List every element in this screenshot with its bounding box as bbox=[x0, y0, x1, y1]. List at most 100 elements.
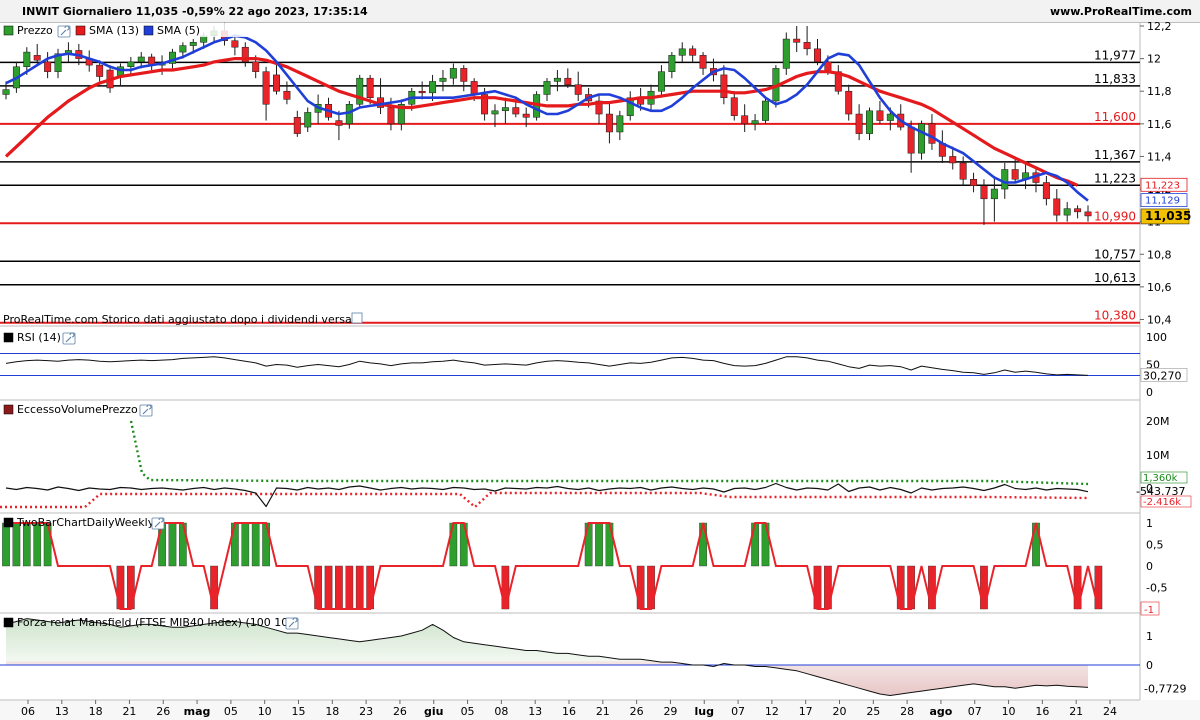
candle-body bbox=[616, 115, 624, 133]
twobar-title-label: TwoBarChartDailyWeekly bbox=[16, 516, 155, 529]
chart-header: INWIT Giornaliero 11,035 -0,59% 22 ago 2… bbox=[0, 0, 1200, 23]
candle-body bbox=[127, 61, 135, 68]
candle-body bbox=[866, 110, 873, 134]
candle-body bbox=[793, 38, 801, 43]
candle-body bbox=[491, 110, 499, 115]
x-tick-label: 13 bbox=[528, 705, 542, 718]
x-tick-label: 17 bbox=[799, 705, 813, 718]
legend-sma13-swatch bbox=[75, 25, 86, 36]
candle-body bbox=[657, 71, 665, 92]
rsi-current-label: 30,270 bbox=[1143, 369, 1182, 382]
price-y-tick-label: 10,8 bbox=[1147, 248, 1172, 261]
x-tick-label: mag bbox=[184, 705, 211, 718]
candle-body bbox=[564, 77, 572, 85]
x-tick-label: 08 bbox=[494, 705, 508, 718]
x-tick-label: 26 bbox=[393, 705, 407, 718]
x-tick-label: 25 bbox=[866, 705, 880, 718]
twobar-up-bar bbox=[33, 522, 42, 567]
candle-body bbox=[273, 74, 280, 92]
candle-body bbox=[928, 123, 936, 144]
candle-body bbox=[574, 84, 582, 95]
volume-y-tick-label: 10M bbox=[1146, 449, 1170, 462]
candle-body bbox=[918, 123, 926, 154]
price-y-tick-label: 10,4 bbox=[1147, 313, 1172, 326]
mansfield-title-label: Forza relat Mansfield (FTSE MIB40 Index)… bbox=[17, 616, 293, 629]
candle-body bbox=[33, 55, 41, 61]
candle-body bbox=[2, 89, 10, 95]
candle-body bbox=[1001, 169, 1009, 190]
x-tick-label: ago bbox=[930, 705, 953, 718]
legend-price-swatch bbox=[3, 25, 14, 36]
candle-body bbox=[1053, 198, 1061, 216]
legend-sma13-label: SMA (13) bbox=[89, 24, 139, 37]
x-tick-label: 26 bbox=[156, 705, 170, 718]
x-tick-label: 07 bbox=[968, 705, 982, 718]
candle-body bbox=[845, 90, 853, 115]
twobar-y-tick-label: 1 bbox=[1146, 517, 1153, 530]
x-tick-label: 18 bbox=[325, 705, 339, 718]
candle-body bbox=[1084, 211, 1092, 217]
level-label: 10,757 bbox=[1094, 247, 1136, 261]
x-tick-label: lug bbox=[695, 705, 714, 718]
twobar-y-tick-label: 0,5 bbox=[1146, 539, 1164, 552]
level-label: 11,367 bbox=[1094, 148, 1136, 162]
x-tick-label: 23 bbox=[359, 705, 373, 718]
candle-body bbox=[907, 126, 915, 154]
last-price-label: 11,035 bbox=[1145, 209, 1191, 223]
rsi-y-tick-label: 100 bbox=[1146, 331, 1167, 344]
candle-body bbox=[751, 120, 759, 125]
candle-body bbox=[501, 107, 509, 112]
price-y-tick-label: 11,4 bbox=[1147, 150, 1172, 163]
candle-body bbox=[23, 51, 31, 68]
chart-title: INWIT Giornaliero 11,035 -0,59% 22 ago 2… bbox=[22, 5, 368, 18]
candle-body bbox=[366, 77, 374, 98]
candle-body bbox=[304, 112, 312, 128]
candle-body bbox=[543, 81, 551, 95]
candle-body bbox=[990, 188, 998, 200]
mansfield-area-fill bbox=[6, 618, 1088, 696]
chart-area: 11,97711,83311,60011,36711,22310,99010,7… bbox=[0, 22, 1200, 720]
twobar-down-bar bbox=[345, 565, 354, 610]
x-tick-label: giu bbox=[424, 705, 443, 718]
legend-sma5-swatch bbox=[143, 25, 154, 36]
mansfield-current-label: -0,7729 bbox=[1144, 682, 1186, 695]
candle-body bbox=[1074, 208, 1082, 213]
candle-body bbox=[189, 42, 197, 46]
candle-body bbox=[814, 48, 821, 63]
x-tick-label: 21 bbox=[122, 705, 136, 718]
candle-body bbox=[730, 97, 738, 116]
candle-body bbox=[231, 40, 239, 48]
candle-body bbox=[262, 71, 270, 105]
twobar-up-bar bbox=[12, 522, 21, 567]
twobar-up-bar bbox=[251, 522, 260, 567]
sma5-line bbox=[5, 34, 1089, 202]
candle-body bbox=[137, 56, 145, 63]
price-y-tick-label: 11,6 bbox=[1147, 118, 1172, 131]
level-label: 11,977 bbox=[1094, 48, 1136, 62]
volume-title-label: EccessoVolumePrezzo bbox=[17, 403, 138, 416]
x-tick-label: 12 bbox=[765, 705, 779, 718]
x-tick-label: 26 bbox=[630, 705, 644, 718]
twobar-down-bar bbox=[335, 565, 343, 610]
mansfield-y-tick-label: 1 bbox=[1146, 630, 1153, 643]
rsi-title-swatch bbox=[3, 332, 14, 343]
x-tick-label: 21 bbox=[596, 705, 610, 718]
x-tick-label: 06 bbox=[21, 705, 35, 718]
candle-body bbox=[512, 107, 520, 115]
volume-lower-value: -2.416k bbox=[1143, 497, 1181, 508]
candle-body bbox=[782, 38, 790, 69]
data-note: ProRealTime.com Storico dati aggiustato … bbox=[3, 313, 359, 326]
level-label: 10,613 bbox=[1094, 271, 1136, 285]
candle-body bbox=[470, 81, 478, 95]
twobar-up-bar bbox=[168, 522, 177, 567]
sma-value-label: 11,129 bbox=[1145, 196, 1180, 207]
twobar-y-tick-label: 0 bbox=[1146, 560, 1153, 573]
candle-body bbox=[803, 42, 811, 50]
candle-body bbox=[886, 113, 894, 121]
price-y-tick-label: 12 bbox=[1147, 53, 1161, 66]
rsi-title-label: RSI (14) bbox=[17, 331, 61, 344]
twobar-up-bar bbox=[22, 522, 31, 567]
candle-body bbox=[699, 55, 707, 69]
candle-body bbox=[605, 113, 613, 133]
candle-body bbox=[720, 74, 728, 98]
